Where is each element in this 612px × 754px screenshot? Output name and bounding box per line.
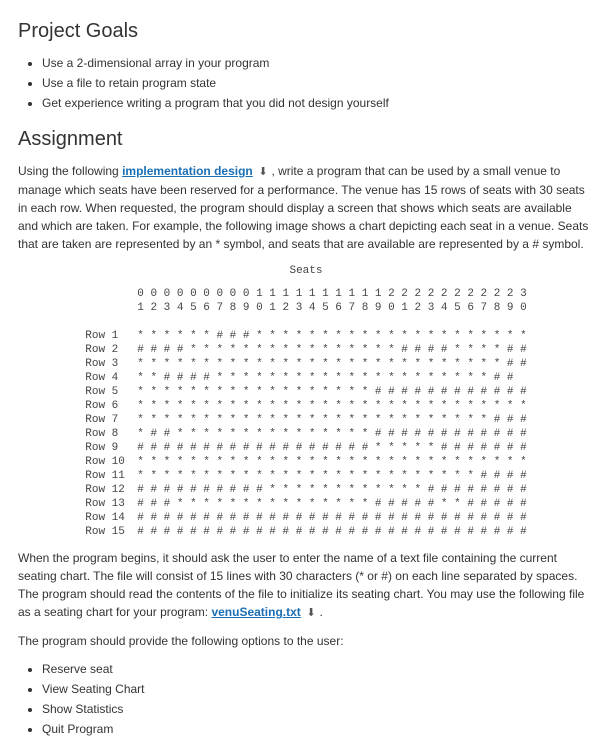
seating-chart-title: Seats: [18, 263, 594, 280]
seating-chart-figure: Seats 0 0 0 0 0 0 0 0 0 1 1 1 1 1 1 1 1 …: [18, 263, 594, 540]
assignment-paragraph-3: The program should provide the following…: [18, 632, 594, 650]
list-item: Use a file to retain program state: [42, 74, 594, 92]
text: .: [319, 605, 322, 619]
list-item: Reserve seat: [42, 660, 594, 678]
list-item: View Seating Chart: [42, 680, 594, 698]
list-item: Show Statistics: [42, 700, 594, 718]
assignment-paragraph-2: When the program begins, it should ask t…: [18, 549, 594, 622]
list-item: Quit Program: [42, 720, 594, 738]
text: Using the following: [18, 164, 122, 178]
assignment-paragraph-1: Using the following implementation desig…: [18, 162, 594, 253]
list-item: Use a 2-dimensional array in your progra…: [42, 54, 594, 72]
heading-project-goals: Project Goals: [18, 16, 594, 46]
seating-chart-body: 0 0 0 0 0 0 0 0 0 1 1 1 1 1 1 1 1 1 1 2 …: [85, 287, 526, 539]
download-icon[interactable]: ⬇: [258, 164, 268, 181]
options-list: Reserve seat View Seating Chart Show Sta…: [18, 660, 594, 738]
goals-list: Use a 2-dimensional array in your progra…: [18, 54, 594, 112]
heading-assignment: Assignment: [18, 124, 594, 154]
list-item: Get experience writing a program that yo…: [42, 94, 594, 112]
download-icon[interactable]: ⬇: [306, 605, 316, 622]
implementation-design-link[interactable]: implementation design: [122, 164, 253, 178]
venu-seating-link[interactable]: venuSeating.txt: [211, 605, 300, 619]
text: When the program begins, it should ask t…: [18, 551, 584, 619]
